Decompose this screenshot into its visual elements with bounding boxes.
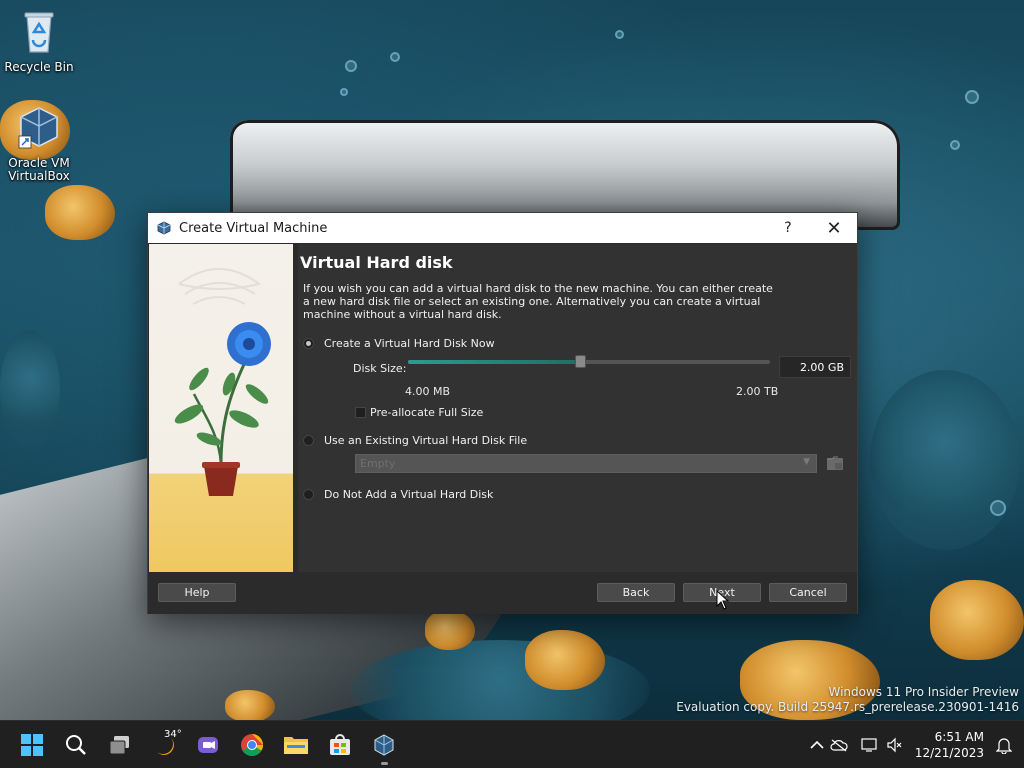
create-vm-dialog: Create Virtual Machine ? ✕ Virtual Hard …: [147, 212, 858, 614]
running-indicator: [381, 762, 388, 765]
evaluation-watermark: Windows 11 Pro Insider Preview Evaluatio…: [676, 685, 1019, 715]
task-view-icon: [109, 736, 129, 755]
desktop-icon-label: Recycle Bin: [4, 60, 74, 74]
radio-create-disk-now[interactable]: [303, 338, 314, 349]
existing-disk-select[interactable]: Empty ▼: [355, 454, 817, 473]
volume-muted-icon: [887, 737, 902, 753]
weather-temperature: 34°: [164, 729, 182, 740]
wallpaper-coral: [870, 370, 1020, 550]
wallpaper-fish: [525, 630, 605, 690]
wallpaper-bubble: [950, 140, 960, 150]
watermark-line-2: Evaluation copy. Build 25947.rs_prerelea…: [676, 700, 1019, 714]
notifications-button[interactable]: [996, 721, 1012, 768]
preallocate-label: Pre-allocate Full Size: [370, 406, 484, 419]
option-label: Do Not Add a Virtual Hard Disk: [324, 488, 494, 501]
preallocate-checkbox[interactable]: [355, 407, 366, 418]
page-description: If you wish you can add a virtual hard d…: [303, 282, 773, 321]
wallpaper-bubble: [345, 60, 357, 72]
search-button[interactable]: [60, 729, 92, 761]
file-explorer-icon: [284, 737, 308, 754]
store-icon: [330, 734, 350, 755]
slider-fill: [408, 360, 580, 364]
windows-start-icon: [21, 734, 43, 756]
plant-illustration: [174, 268, 271, 496]
taskbar: 34° 6:51 AM 12/21/2023: [0, 720, 1024, 768]
desktop-icon-virtualbox[interactable]: Oracle VM VirtualBox: [1, 104, 77, 183]
disk-size-input[interactable]: 2.00 GB: [779, 356, 851, 378]
option-create-disk-now[interactable]: Create a Virtual Hard Disk Now: [303, 337, 495, 350]
teams-button[interactable]: [192, 729, 224, 761]
chevron-up-icon: [810, 740, 824, 749]
option-label: Create a Virtual Hard Disk Now: [324, 337, 495, 350]
wallpaper-bubble: [390, 52, 400, 62]
dialog-title: Create Virtual Machine: [179, 220, 328, 236]
volume-tray[interactable]: [886, 721, 904, 768]
page-heading: Virtual Hard disk: [300, 253, 453, 272]
wizard-illustration: [149, 244, 293, 572]
titlebar-close-button[interactable]: ✕: [811, 213, 857, 243]
mouse-cursor-icon: [716, 590, 730, 610]
desktop-icon-label: Oracle VM VirtualBox: [8, 156, 70, 183]
onedrive-tray[interactable]: [830, 721, 848, 768]
disk-size-max-label: 2.00 TB: [736, 385, 779, 398]
recycle-bin-icon: [24, 12, 54, 53]
option-use-existing-disk[interactable]: Use an Existing Virtual Hard Disk File: [303, 434, 527, 447]
virtualbox-icon: [374, 734, 394, 756]
chevron-down-icon: ▼: [803, 457, 810, 467]
chrome-button[interactable]: [236, 729, 268, 761]
wallpaper-bubble: [340, 88, 348, 96]
radio-do-not-add-disk[interactable]: [303, 489, 314, 500]
wallpaper-bubble: [615, 30, 624, 39]
watermark-line-1: Windows 11 Pro Insider Preview: [828, 685, 1019, 699]
cancel-button[interactable]: Cancel: [769, 583, 847, 602]
titlebar-help-button[interactable]: ?: [765, 213, 811, 243]
wizard-page-content: Virtual Hard disk If you wish you can ad…: [298, 244, 857, 572]
disk-size-label: Disk Size:: [353, 362, 407, 375]
task-view-button[interactable]: [104, 729, 136, 761]
dialog-titlebar[interactable]: Create Virtual Machine ? ✕: [148, 213, 857, 243]
option-label: Use an Existing Virtual Hard Disk File: [324, 434, 528, 447]
network-icon: [861, 738, 877, 752]
virtualbox-icon: [18, 107, 58, 149]
wallpaper-bubble: [965, 90, 979, 104]
wallpaper-coral: [0, 330, 60, 450]
virtualbox-taskbar-button[interactable]: [368, 729, 400, 761]
disk-size-min-label: 4.00 MB: [405, 385, 451, 398]
clock-date: 12/21/2023: [914, 746, 984, 760]
wallpaper-bubble: [990, 500, 1006, 516]
bell-icon: [996, 738, 1012, 754]
folder-browse-icon[interactable]: [826, 455, 844, 472]
desktop-icon-recycle-bin[interactable]: Recycle Bin: [1, 8, 77, 74]
disk-size-slider[interactable]: [408, 355, 770, 368]
slider-thumb[interactable]: [574, 355, 586, 368]
network-tray[interactable]: [861, 721, 879, 768]
search-icon: [66, 735, 86, 755]
option-do-not-add-disk[interactable]: Do Not Add a Virtual Hard Disk: [303, 488, 493, 501]
virtualbox-icon: [157, 221, 171, 235]
existing-disk-value: Empty: [360, 457, 396, 470]
clock-time: 6:51 AM: [934, 730, 984, 744]
preallocate-option[interactable]: Pre-allocate Full Size: [355, 406, 483, 419]
file-explorer-button[interactable]: [280, 729, 312, 761]
start-button[interactable]: [16, 729, 48, 761]
show-hidden-icons[interactable]: [810, 721, 824, 768]
wallpaper-fish: [425, 610, 475, 650]
store-button[interactable]: [324, 729, 356, 761]
teams-icon: [198, 737, 218, 753]
chrome-icon: [241, 734, 263, 756]
system-clock[interactable]: 6:51 AM 12/21/2023: [915, 729, 984, 761]
wallpaper-fish: [930, 580, 1024, 660]
back-button[interactable]: Back: [597, 583, 675, 602]
dialog-footer: Help Back Next Cancel: [148, 572, 857, 614]
cloud-offline-icon: [830, 739, 848, 752]
help-button[interactable]: Help: [158, 583, 236, 602]
wallpaper-fish: [225, 690, 275, 722]
radio-use-existing-disk[interactable]: [303, 435, 314, 446]
wallpaper-fish: [45, 185, 115, 240]
